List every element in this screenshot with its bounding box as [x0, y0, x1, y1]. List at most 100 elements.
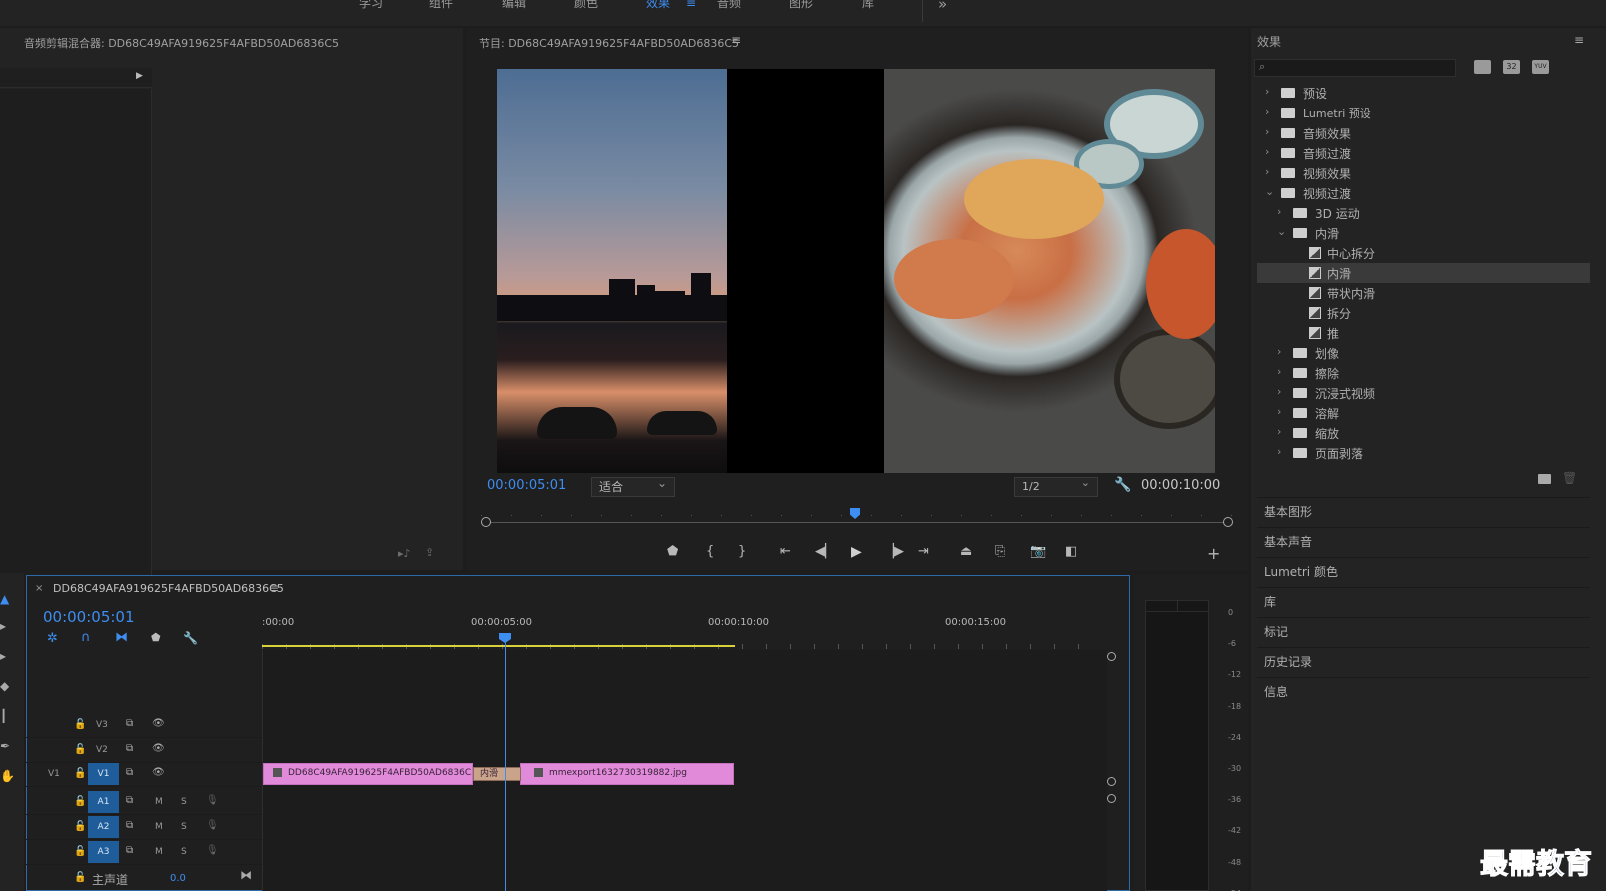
go-to-in-icon[interactable]: ⇤ [780, 544, 791, 559]
lift-icon[interactable]: ⏏ [960, 544, 972, 559]
chevron-right-icon[interactable]: › [1277, 445, 1281, 458]
mute-button[interactable]: M [155, 797, 163, 807]
audio-sync-lock-icon[interactable]: ⧉ [126, 845, 133, 856]
play-button-icon[interactable]: ▶ [851, 544, 862, 560]
razor-tool-icon[interactable]: ◆ [0, 679, 9, 693]
effects-tree-item[interactable]: › 页面剥落 [1257, 443, 1590, 463]
eye-icon[interactable]: 👁 [152, 767, 165, 778]
clip-v1-a[interactable]: DD68C49AFA919625F4AFBD50AD6836C5.jp [263, 763, 473, 785]
effects-tree-item[interactable]: › 3D 运动 [1257, 203, 1590, 223]
32bit-effects-icon[interactable]: 32 [1503, 60, 1520, 74]
chevron-right-icon[interactable]: › [1277, 385, 1281, 398]
eye-icon[interactable]: 👁 [152, 743, 165, 754]
mixer-export-icon[interactable]: ⇪ [425, 546, 434, 559]
chevron-right-icon[interactable]: › [1265, 145, 1269, 158]
program-menu-icon[interactable]: ≡ [731, 33, 741, 47]
chevron-down-icon[interactable]: ⌄ [1277, 225, 1286, 238]
mixer-output-icon[interactable]: ▸♪ [398, 547, 411, 560]
source-patch-v1[interactable]: V1 [48, 769, 60, 779]
workspace-tab-color[interactable]: 颜色 [574, 0, 598, 11]
track-lock-icon[interactable]: 🔓 [74, 796, 86, 807]
work-area-bar[interactable] [262, 645, 735, 647]
effects-tree-item[interactable]: 内滑 [1257, 263, 1590, 283]
effects-menu-icon[interactable]: ≡ [1574, 33, 1584, 47]
chevron-right-icon[interactable]: › [1277, 345, 1281, 358]
audio-sync-lock-icon[interactable]: ⧉ [126, 820, 133, 831]
chevron-right-icon[interactable]: › [1265, 105, 1269, 118]
microphone-icon[interactable]: 🎙 [206, 795, 219, 806]
microphone-icon[interactable]: 🎙 [206, 845, 219, 856]
timeline-close-icon[interactable]: × [35, 583, 43, 594]
workspace-tab-learning[interactable]: 学习 [359, 0, 383, 11]
export-frame-camera-icon[interactable]: 📷 [1030, 544, 1046, 559]
effects-tree-item[interactable]: ⌄ 视频过渡 [1257, 183, 1590, 203]
resolution-dropdown[interactable]: 1/2 [1014, 474, 1098, 497]
go-to-out-icon[interactable]: ⇥ [918, 544, 929, 559]
effects-tree-item[interactable]: › 音频过渡 [1257, 143, 1590, 163]
timeline-vscroll-video-handle[interactable] [1107, 777, 1116, 786]
effects-tree-item[interactable]: › 缩放 [1257, 423, 1590, 443]
mark-in-icon[interactable]: { [706, 544, 714, 559]
effects-tree-item[interactable]: › Lumetri 预设 [1257, 103, 1590, 123]
solo-button[interactable]: S [181, 822, 187, 832]
effects-tree-item[interactable]: ⌄ 内滑 [1257, 223, 1590, 243]
chevron-right-icon[interactable]: › [1277, 205, 1281, 218]
chevron-right-icon[interactable]: › [1265, 85, 1269, 98]
workspace-tab-effects[interactable]: 效果 [646, 0, 670, 11]
timeline-vscroll-top-handle[interactable] [1107, 652, 1116, 661]
effects-tree-item[interactable]: › 视频效果 [1257, 163, 1590, 183]
chevron-right-icon[interactable]: › [1277, 365, 1281, 378]
timeline-menu-icon[interactable]: ≡ [269, 581, 279, 595]
track-target-a1[interactable]: A1 [88, 791, 119, 813]
solo-button[interactable]: S [181, 847, 187, 857]
add-marker-icon[interactable]: ⬟ [667, 544, 678, 559]
mark-out-icon[interactable]: } [738, 544, 746, 559]
button-editor-plus-icon[interactable]: + [1207, 544, 1220, 563]
workspace-tab-audio[interactable]: 音频 [717, 0, 741, 11]
solo-button[interactable]: S [181, 797, 187, 807]
workspace-tab-editing[interactable]: 编辑 [502, 0, 526, 11]
side-panel-item[interactable]: 标记 [1257, 617, 1590, 646]
program-scrubber[interactable] [481, 507, 1233, 529]
step-back-icon[interactable]: ◀▏ [815, 544, 835, 559]
chevron-right-icon[interactable]: › [1265, 125, 1269, 138]
toggle-sync-lock-icon[interactable]: ⧉ [126, 718, 133, 729]
track-lock-icon[interactable]: 🔓 [74, 846, 86, 857]
settings-wrench-icon[interactable]: 🔧 [1114, 477, 1131, 493]
effects-search-input[interactable] [1273, 61, 1453, 75]
workspace-tab-libraries[interactable]: 库 [862, 0, 874, 11]
side-panel-item[interactable]: 信息 [1257, 677, 1590, 706]
mute-button[interactable]: M [155, 822, 163, 832]
scrub-start-handle[interactable] [481, 517, 491, 527]
side-panel-item[interactable]: Lumetri 颜色 [1257, 557, 1590, 586]
track-target-a2[interactable]: A2 [88, 816, 119, 838]
ripple-edit-tool-icon[interactable]: ▸ [0, 649, 6, 663]
hand-tool-icon[interactable]: ✋ [0, 769, 15, 783]
master-lock-icon[interactable]: 🔓 [74, 872, 86, 883]
workspace-menu-icon[interactable]: ≡ [686, 0, 696, 10]
effects-tree-item[interactable]: › 划像 [1257, 343, 1590, 363]
delete-trash-icon[interactable]: 🗑 [1562, 471, 1577, 485]
chevron-right-icon[interactable]: › [1277, 425, 1281, 438]
workspace-overflow-icon[interactable]: » [938, 0, 947, 13]
track-select-tool-icon[interactable]: ▸ [0, 619, 6, 633]
timeline-ruler[interactable] [262, 637, 1092, 649]
audio-sync-lock-icon[interactable]: ⧉ [126, 795, 133, 806]
transition-push-slide[interactable]: 内滑 [473, 767, 521, 781]
chevron-right-icon[interactable]: › [1265, 165, 1269, 178]
add-marker-timeline-icon[interactable]: ⬟ [151, 631, 161, 644]
effects-search-field[interactable]: ⌕ [1254, 59, 1456, 77]
side-panel-item[interactable]: 基本声音 [1257, 527, 1590, 556]
slip-tool-icon[interactable]: ┃ [0, 709, 7, 723]
side-panel-item[interactable]: 基本图形 [1257, 497, 1590, 526]
chevron-right-icon[interactable]: › [1277, 405, 1281, 418]
effects-tree-item[interactable]: › 音频效果 [1257, 123, 1590, 143]
scrub-end-handle[interactable] [1223, 517, 1233, 527]
effects-tree-item[interactable]: › 擦除 [1257, 363, 1590, 383]
timeline-vscroll-audio-handle[interactable] [1107, 794, 1116, 803]
snap-magnet-icon[interactable]: ∩ [81, 630, 91, 645]
microphone-icon[interactable]: 🎙 [206, 820, 219, 831]
linked-selection-icon[interactable]: ⧓ [115, 630, 128, 645]
new-bin-folder-icon[interactable] [1538, 474, 1551, 484]
effects-tree-item[interactable]: 推 [1257, 323, 1590, 343]
